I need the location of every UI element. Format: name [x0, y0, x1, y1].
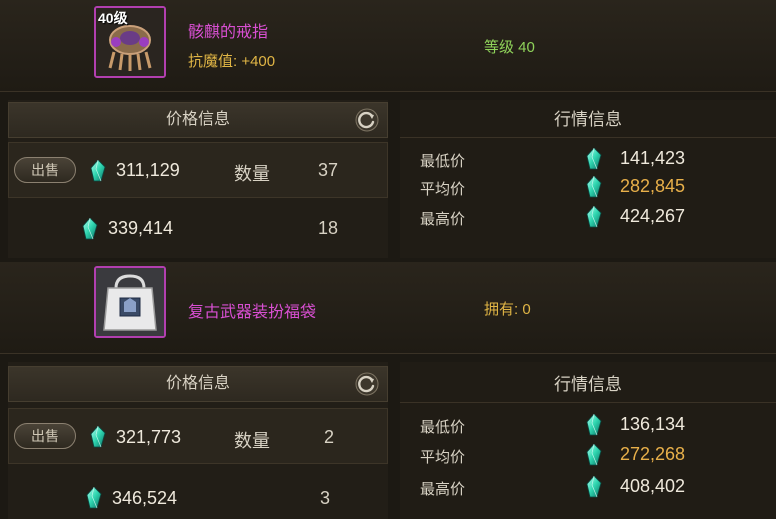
gem-icon [586, 148, 602, 170]
item-level: 等级 40 [484, 39, 535, 56]
min-price-value: 141,423 [620, 148, 686, 168]
gem-icon [86, 487, 102, 509]
qty-label: 数量 [234, 431, 270, 451]
item-name: 骸麒的戒指 [188, 24, 269, 41]
refresh-icon[interactable] [355, 372, 379, 396]
listing-qty: 18 [318, 218, 339, 238]
market-panel-title: 行情信息 [400, 367, 776, 403]
listing-price[interactable]: 339,414 [108, 218, 173, 239]
gem-icon [82, 218, 98, 240]
refresh-icon[interactable] [355, 108, 379, 132]
max-price-label: 最高价 [420, 481, 466, 498]
owned-count: 拥有: 0 [484, 301, 531, 318]
min-price-label: 最低价 [420, 153, 466, 170]
gem-icon [586, 206, 602, 228]
price-panel-title-text: 价格信息 [165, 375, 230, 392]
max-price-label: 最高价 [420, 211, 466, 228]
ring-icon[interactable]: 40级 [94, 6, 166, 78]
gem-icon [586, 414, 602, 436]
qty-value: 2 [324, 427, 335, 447]
item-header-2: 复古武器装扮福袋 拥有: 0 [0, 262, 776, 354]
item-name: 复古武器装扮福袋 [188, 304, 317, 321]
listing-qty: 3 [320, 488, 331, 508]
price-panel-title-text: 价格信息 [165, 111, 230, 128]
min-price-label: 最低价 [420, 419, 466, 436]
sell-price: 311,129 [116, 160, 180, 180]
item-stat: 抗魔值: +400 [188, 53, 276, 70]
max-price-value: 408,402 [620, 476, 686, 496]
avg-price-value: 272,268 [620, 444, 686, 464]
qty-value: 37 [318, 160, 339, 180]
gem-icon [586, 476, 602, 498]
sell-button[interactable]: 出售 [14, 157, 76, 183]
market-panel-title: 行情信息 [400, 102, 776, 138]
gem-icon [90, 160, 106, 182]
qty-label: 数量 [234, 164, 270, 184]
sell-button[interactable]: 出售 [14, 423, 76, 449]
gem-icon [586, 444, 602, 466]
max-price-value: 424,267 [620, 206, 686, 226]
price-panel-title: 价格信息 [8, 366, 388, 402]
avg-price-label: 平均价 [420, 449, 466, 466]
gem-icon [90, 426, 106, 448]
level-badge: 40级 [98, 10, 128, 26]
bag-icon[interactable] [94, 266, 166, 338]
price-panel-title: 价格信息 [8, 102, 388, 138]
sell-price: 321,773 [116, 427, 182, 447]
avg-price-label: 平均价 [420, 181, 466, 198]
avg-price-value: 282,845 [620, 176, 686, 196]
min-price-value: 136,134 [620, 414, 686, 434]
item-header-1: 40级 骸麒的戒指 抗魔值: +400 等级 40 [0, 0, 776, 92]
listing-price[interactable]: 346,524 [112, 488, 177, 509]
gem-icon [586, 176, 602, 198]
